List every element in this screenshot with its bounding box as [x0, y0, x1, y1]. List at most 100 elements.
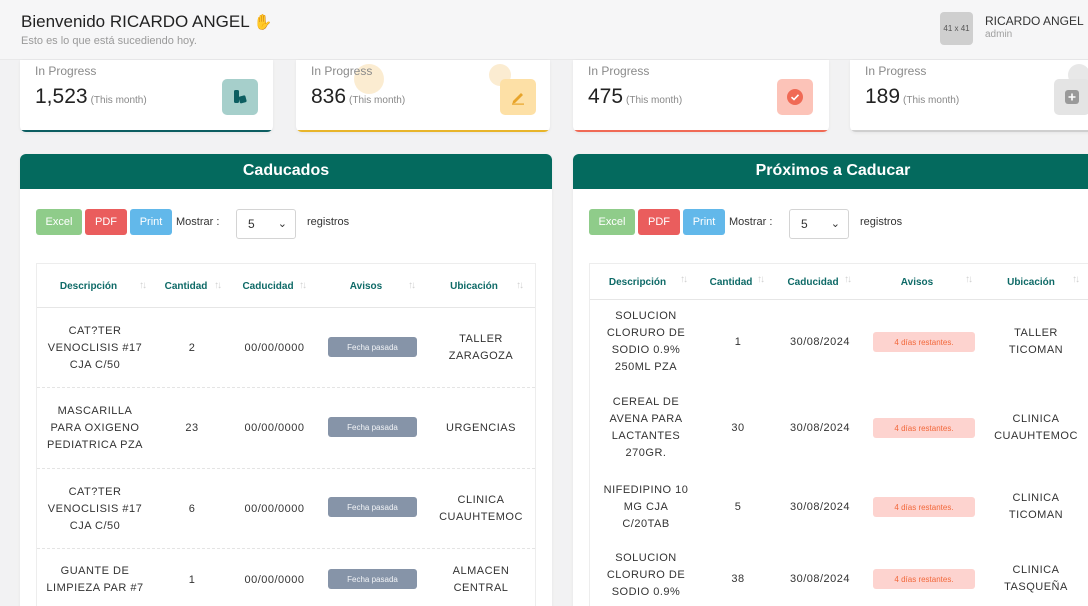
cell-descripcion: SOLUCION CLORURO DE SODIO 0.9%	[606, 552, 686, 598]
status-badge: Fecha pasada	[328, 569, 417, 589]
pencil-icon	[500, 79, 536, 115]
records-label: registros	[860, 216, 903, 228]
cell-cantidad: 2	[188, 341, 196, 354]
column-header-caducidad[interactable]: Caducidad	[237, 264, 299, 308]
stat-card-3: In Progress 475 (This month)	[573, 60, 829, 132]
print-button[interactable]: Print	[683, 209, 725, 235]
column-header-descripcion[interactable]: Descripción	[590, 264, 685, 300]
sort-icon[interactable]: ↑↓	[516, 280, 524, 291]
cell-cantidad: 23	[185, 421, 199, 434]
bookmark-icon	[222, 79, 258, 115]
sort-icon[interactable]: ↑↓	[139, 280, 147, 291]
cell-cantidad: 1	[734, 335, 742, 348]
stat-card-4: In Progress 189 (This month)	[850, 60, 1088, 132]
cell-descripcion: CAT?TER VENOCLISIS #17 CJA C/50	[47, 324, 143, 371]
cell-caducidad: 00/00/0000	[244, 573, 305, 586]
stat-value: 836 (This month)	[311, 85, 406, 108]
column-header-caducidad[interactable]: Caducidad	[782, 264, 844, 300]
sort-icon[interactable]: ↑↓	[680, 274, 688, 285]
cell-descripcion: CAT?TER VENOCLISIS #17 CJA C/50	[47, 485, 143, 532]
sort-icon[interactable]: ↑↓	[757, 274, 765, 285]
stat-accent-bar	[20, 130, 273, 132]
stat-accent-bar	[850, 130, 1088, 132]
cell-descripcion: GUANTE DE LIMPIEZA PAR #7	[46, 565, 144, 594]
page-size-select[interactable]: 5 ⌄	[789, 209, 849, 239]
panel-title: Próximos a Caducar	[573, 154, 1088, 189]
records-label: registros	[307, 216, 350, 228]
cell-caducidad: 00/00/0000	[244, 502, 305, 515]
stat-value: 475 (This month)	[588, 85, 683, 108]
stat-label: In Progress	[865, 64, 927, 78]
export-excel-button[interactable]: Excel	[36, 209, 82, 235]
stat-value: 1,523 (This month)	[35, 85, 147, 108]
cell-ubicacion: URGENCIAS	[446, 421, 516, 434]
export-pdf-button[interactable]: PDF	[638, 209, 680, 235]
print-button[interactable]: Print	[130, 209, 172, 235]
user-role: admin	[985, 29, 1013, 40]
cell-ubicacion: CLINICA TASQUEÑA	[1004, 564, 1068, 593]
wave-icon: ✋	[253, 14, 273, 31]
column-header-avisos[interactable]: Avisos	[878, 264, 956, 300]
column-header-avisos[interactable]: Avisos	[327, 264, 405, 308]
column-header-ubicacion[interactable]: Ubicación	[433, 264, 515, 308]
cell-cantidad: 1	[188, 573, 196, 586]
plus-icon	[1054, 79, 1088, 115]
status-badge: 4 días restantes.	[873, 332, 975, 352]
cell-ubicacion: TALLER ZARAGOZA	[448, 333, 514, 362]
column-header-cantidad[interactable]: Cantidad	[702, 264, 760, 300]
caducados-panel: Caducados Excel PDF Print Mostrar : 5 ⌄ r…	[20, 154, 552, 606]
greeting-title: Bienvenido RICARDO ANGEL ✋	[21, 12, 273, 31]
greeting-subtitle: Esto es lo que está sucediendo hoy.	[21, 35, 197, 47]
avatar[interactable]: 41 x 41	[940, 12, 973, 45]
user-name[interactable]: RICARDO ANGEL	[985, 14, 1084, 28]
column-header-cantidad[interactable]: Cantidad	[157, 264, 215, 308]
cell-ubicacion: CLINICA CUAUHTEMOC	[439, 494, 523, 523]
toolbar: Excel PDF Print Mostrar : 5 ⌄ registros	[36, 209, 436, 239]
stat-value: 189 (This month)	[865, 85, 960, 108]
cell-caducidad: 30/08/2024	[789, 572, 851, 585]
cell-descripcion: CEREAL DE AVENA PARA LACTANTES 270GR.	[609, 396, 683, 459]
cell-descripcion: NIFEDIPINO 10 MG CJA C/20TAB	[603, 483, 689, 530]
panel-title: Caducados	[20, 154, 552, 189]
cell-ubicacion: CLINICA CUAUHTEMOC	[994, 413, 1078, 442]
status-badge: 4 días restantes.	[873, 497, 975, 517]
cell-caducidad: 00/00/0000	[244, 421, 305, 434]
sort-icon[interactable]: ↑↓	[214, 280, 222, 291]
export-pdf-button[interactable]: PDF	[85, 209, 127, 235]
stat-accent-bar	[296, 130, 550, 132]
sort-icon[interactable]: ↑↓	[408, 280, 416, 291]
export-excel-button[interactable]: Excel	[589, 209, 635, 235]
cell-cantidad: 6	[188, 502, 196, 515]
sort-icon[interactable]: ↑↓	[299, 280, 307, 291]
page-size-select[interactable]: 5 ⌄	[236, 209, 296, 239]
cell-caducidad: 00/00/0000	[244, 341, 305, 354]
cell-caducidad: 30/08/2024	[789, 500, 851, 513]
status-badge: Fecha pasada	[328, 417, 417, 437]
cell-descripcion: MASCARILLA PARA OXIGENO PEDIATRICA PZA	[46, 404, 144, 451]
chevron-down-icon: ⌄	[277, 218, 287, 230]
column-header-ubicacion[interactable]: Ubicación	[990, 264, 1072, 300]
sort-icon[interactable]: ↑↓	[844, 274, 852, 285]
stat-accent-bar	[573, 130, 829, 132]
proximos-panel: Próximos a Caducar Excel PDF Print Mostr…	[573, 154, 1088, 606]
stat-label: In Progress	[311, 64, 373, 78]
top-bar: Bienvenido RICARDO ANGEL ✋ Esto es lo que…	[0, 0, 1088, 60]
cell-cantidad: 30	[731, 421, 745, 434]
sort-icon[interactable]: ↑↓	[965, 274, 973, 285]
caducados-table: Descripción ↑↓ Cantidad ↑↓ Caducidad ↑↓ …	[36, 263, 536, 606]
cell-cantidad: 5	[734, 500, 742, 513]
cell-caducidad: 30/08/2024	[789, 421, 851, 434]
column-header-descripcion[interactable]: Descripción	[37, 264, 140, 308]
sort-icon[interactable]: ↑↓	[1072, 274, 1080, 285]
status-badge: Fecha pasada	[328, 337, 417, 357]
show-label: Mostrar :	[729, 216, 773, 228]
cell-cantidad: 38	[731, 572, 745, 585]
proximos-table: Descripción ↑↓ Cantidad ↑↓ Caducidad ↑↓ …	[589, 263, 1088, 606]
toolbar: Excel PDF Print Mostrar : 5 ⌄ registros	[589, 209, 989, 239]
stat-card-2: In Progress 836 (This month)	[296, 60, 550, 132]
check-circle-icon	[777, 79, 813, 115]
stat-label: In Progress	[588, 64, 650, 78]
stat-card-1: In Progress 1,523 (This month)	[20, 60, 273, 132]
cell-ubicacion: TALLER TICOMAN	[1008, 327, 1064, 356]
status-badge: 4 días restantes.	[873, 569, 975, 589]
